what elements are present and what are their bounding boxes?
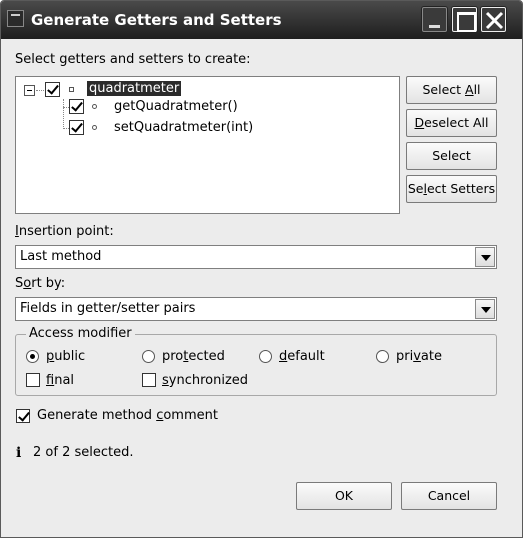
tree-root-label[interactable]: quadratmeter	[87, 81, 182, 96]
method-icon	[92, 104, 97, 109]
sort-by-select[interactable]: Fields in getter/setter pairs	[15, 297, 497, 321]
tree-connector	[63, 99, 64, 129]
select-all-button[interactable]: Select All	[406, 76, 497, 104]
maximize-button[interactable]	[452, 7, 477, 32]
tree-root-checkbox[interactable]	[45, 82, 60, 97]
final-checkbox[interactable]	[26, 373, 40, 387]
close-icon	[485, 11, 504, 30]
protected-radio[interactable]	[142, 350, 155, 363]
collapse-icon[interactable]	[24, 85, 35, 96]
method-icon	[92, 125, 97, 130]
access-modifier-group: Access modifier public protected default…	[15, 326, 497, 396]
app-icon	[7, 10, 24, 27]
generate-comment-label[interactable]: Generate method comment	[37, 408, 218, 423]
public-label[interactable]: public	[46, 349, 85, 364]
select-label: Select getters and setters to create:	[15, 52, 251, 67]
chevron-down-icon[interactable]	[475, 299, 495, 319]
members-tree[interactable]: quadratmeter getQuadratmeter() setQuadra…	[15, 76, 400, 214]
field-icon	[69, 87, 74, 92]
tree-child-checkbox-setter[interactable]	[69, 120, 84, 135]
protected-label[interactable]: protected	[162, 349, 225, 364]
insertion-point-label: Insertion point:	[15, 224, 114, 239]
info-icon: i	[16, 445, 22, 461]
select-setters-button[interactable]: Select Setters	[406, 175, 497, 203]
final-label[interactable]: final	[46, 373, 74, 388]
insertion-point-select[interactable]: Last method	[15, 245, 497, 269]
tree-child-label-getter[interactable]: getQuadratmeter()	[114, 99, 238, 114]
default-label[interactable]: default	[279, 349, 325, 364]
ok-button[interactable]: OK	[296, 482, 392, 510]
chevron-down-icon[interactable]	[475, 247, 495, 267]
tree-connector	[36, 90, 44, 91]
sort-by-label: Sort by:	[15, 276, 66, 291]
minimize-button[interactable]	[422, 7, 447, 32]
tree-child-checkbox-getter[interactable]	[69, 99, 84, 114]
cancel-button[interactable]: Cancel	[401, 482, 497, 510]
title-bar[interactable]: Generate Getters and Setters	[1, 1, 522, 39]
private-radio[interactable]	[376, 350, 389, 363]
status-text: 2 of 2 selected.	[33, 445, 134, 460]
generate-comment-checkbox[interactable]	[16, 409, 30, 423]
public-radio[interactable]	[26, 350, 39, 363]
dialog-window: Generate Getters and Setters Select gett…	[0, 0, 523, 538]
select-getters-button[interactable]: Select Getters	[406, 142, 497, 189]
close-button[interactable]	[481, 7, 506, 32]
insertion-point-value: Last method	[20, 249, 102, 264]
private-label[interactable]: private	[396, 349, 442, 364]
default-radio[interactable]	[259, 350, 272, 363]
synchronized-checkbox[interactable]	[142, 373, 156, 387]
sort-by-value: Fields in getter/setter pairs	[20, 301, 196, 316]
window-title: Generate Getters and Setters	[31, 11, 282, 29]
tree-child-label-setter[interactable]: setQuadratmeter(int)	[114, 120, 253, 135]
synchronized-label[interactable]: synchronized	[162, 373, 248, 388]
deselect-all-button[interactable]: Deselect All	[406, 109, 497, 137]
access-modifier-title: Access modifier	[26, 326, 135, 341]
